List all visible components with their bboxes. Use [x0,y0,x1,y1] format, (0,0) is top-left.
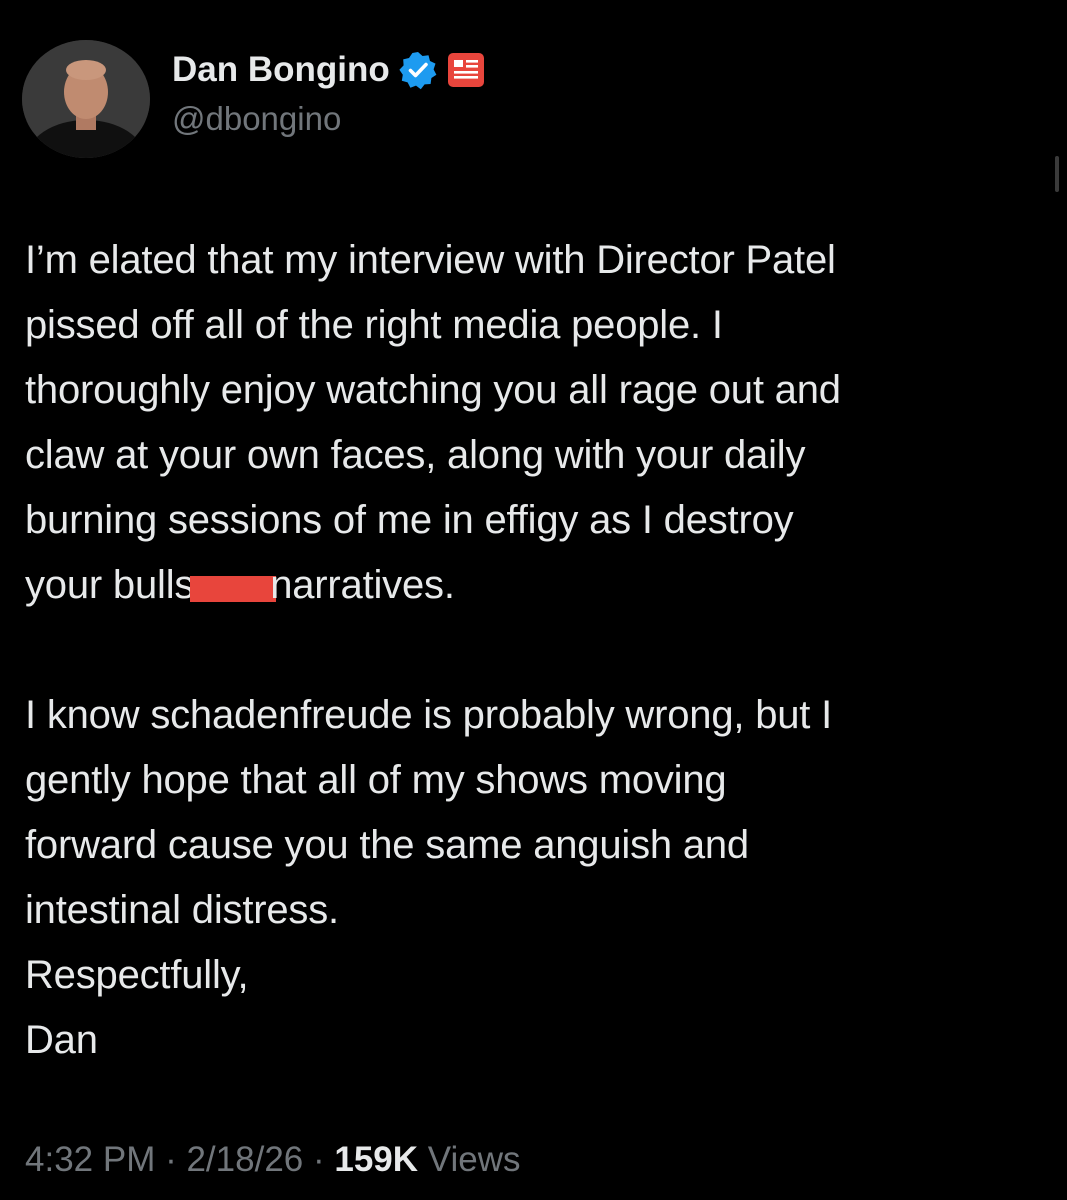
views-count[interactable]: 159K [334,1140,418,1179]
redaction-mark [190,576,277,602]
tweet-date[interactable]: 2/18/26 [186,1140,303,1179]
tweet-paragraph-1: I’m elated that my interview with Direct… [25,228,1045,618]
verified-badge-icon[interactable] [398,50,438,90]
author-display-name[interactable]: Dan Bongino [172,50,390,90]
author-name-row: Dan Bongino [172,46,486,94]
tweet-meta: 4:32 PM · 2/18/26 · 159K Views [25,1140,521,1180]
tweet-closing: Respectfully, [25,953,249,997]
tweet-paragraph-1-end: narratives. [270,563,455,607]
meta-separator: · [303,1140,335,1179]
tweet-paragraph-1-start: I’m elated that my interview with Direct… [25,238,841,607]
meta-separator: · [155,1140,187,1179]
affiliation-badge-icon[interactable] [446,50,486,90]
views-label: Views [418,1140,521,1179]
tweet-time[interactable]: 4:32 PM [25,1140,155,1179]
avatar-photo [22,40,150,158]
tweet: Dan Bongino @dbongino I’m elated that my… [0,0,1067,1200]
avatar[interactable] [22,40,150,158]
tweet-text: I’m elated that my interview with Direct… [25,228,1045,1073]
scrollbar[interactable] [1055,156,1059,192]
tweet-paragraph-2: I know schadenfreude is probably wrong, … [25,693,833,932]
author-handle[interactable]: @dbongino [172,100,341,138]
tweet-signature: Dan [25,1018,98,1062]
